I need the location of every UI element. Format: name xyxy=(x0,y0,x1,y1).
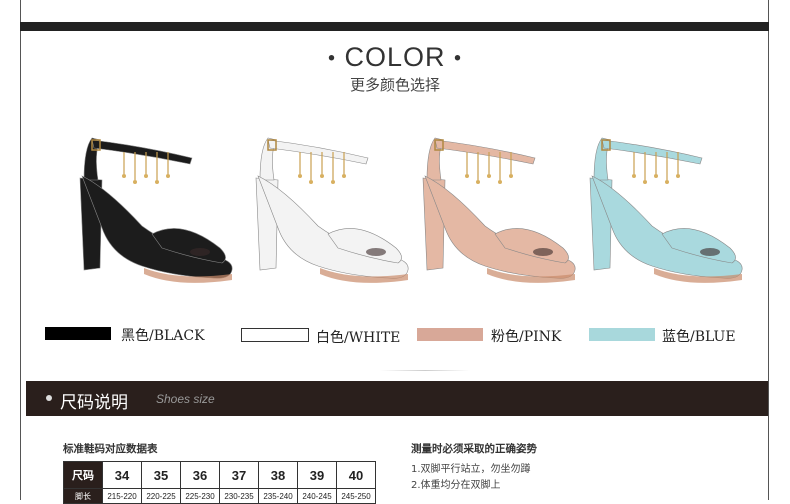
length-cell: 230-235 xyxy=(219,488,259,504)
size-table-title: 标准鞋码对应数据表 xyxy=(63,443,158,455)
shoe-image-blue[interactable] xyxy=(572,118,752,303)
length-cell: 240-245 xyxy=(297,488,337,504)
swatch-black[interactable] xyxy=(45,327,111,340)
shoe-image-pink[interactable] xyxy=(405,118,585,303)
length-cell: 225-230 xyxy=(180,488,220,504)
size-table: 尺码 34 35 36 37 38 39 40 脚长 215-220 220-2… xyxy=(63,461,376,504)
top-divider-bar xyxy=(20,22,769,31)
length-cell: 215-220 xyxy=(102,488,142,504)
color-label-blue: 蓝色/BLUE xyxy=(662,329,736,345)
size-section-header: 尺码说明 Shoes size xyxy=(26,381,768,416)
color-section-subtitle: 更多颜色选择 xyxy=(349,76,440,94)
bullet-icon xyxy=(46,395,52,401)
size-header-cell: 尺码 xyxy=(63,461,103,489)
measure-title: 测量时必须采取的正确姿势 xyxy=(411,443,537,455)
measure-step: 1.双脚平行站立，勿坐勿蹲 xyxy=(411,464,531,475)
size-section-title: 尺码说明 xyxy=(60,393,128,413)
foot-length-header-cell: 脚长 xyxy=(63,488,103,504)
size-cell: 37 xyxy=(219,461,259,489)
table-row: 尺码 34 35 36 37 38 39 40 xyxy=(63,461,376,489)
color-label-pink: 粉色/PINK xyxy=(491,329,562,345)
size-cell: 40 xyxy=(336,461,376,489)
size-cell: 38 xyxy=(258,461,298,489)
size-section-subtitle: Shoes size xyxy=(156,392,215,406)
length-cell: 220-225 xyxy=(141,488,181,504)
size-cell: 36 xyxy=(180,461,220,489)
table-row: 脚长 215-220 220-225 225-230 230-235 235-2… xyxy=(63,488,376,504)
swatch-white[interactable] xyxy=(241,328,309,342)
color-label-white: 白色/WHITE xyxy=(316,330,401,346)
size-cell: 35 xyxy=(141,461,181,489)
color-label-black: 黑色/BLACK xyxy=(121,328,205,344)
size-cell: 34 xyxy=(102,461,142,489)
length-cell: 245-250 xyxy=(336,488,376,504)
section-divider xyxy=(380,370,470,371)
length-cell: 235-240 xyxy=(258,488,298,504)
shoe-image-black[interactable] xyxy=(62,118,242,303)
shoe-image-white[interactable] xyxy=(238,118,418,303)
measure-step: 2.体重均分在双脚上 xyxy=(411,480,501,491)
swatch-blue[interactable] xyxy=(589,328,655,341)
size-cell: 39 xyxy=(297,461,337,489)
swatch-pink[interactable] xyxy=(417,328,483,341)
color-section-title: • COLOR • xyxy=(327,42,463,72)
